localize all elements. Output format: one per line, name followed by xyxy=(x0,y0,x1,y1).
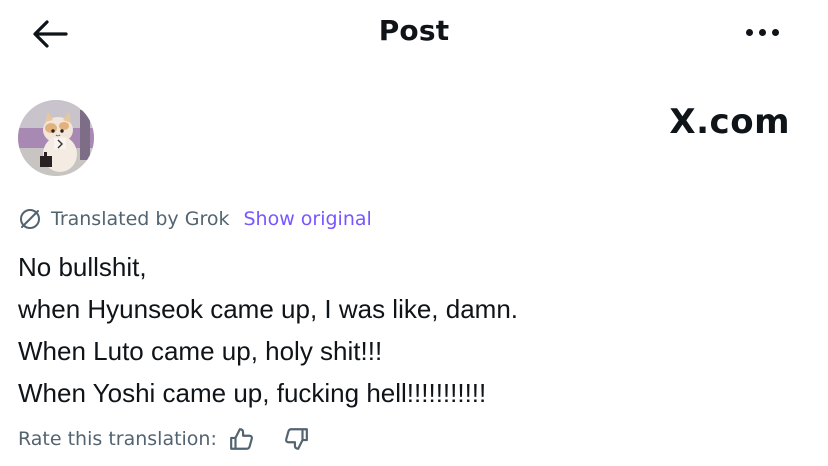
thumbs-up-button[interactable] xyxy=(227,424,257,454)
more-options-button[interactable] xyxy=(736,12,788,52)
thumbs-down-icon xyxy=(284,428,308,450)
top-bar: Post xyxy=(0,0,828,70)
page-title: Post xyxy=(378,14,450,47)
post-text-line: When Yoshi came up, fucking hell!!!!!!!!… xyxy=(18,378,487,408)
thumbs-up-icon xyxy=(229,428,253,450)
post-text-line: No bullshit, xyxy=(18,252,147,282)
show-original-link[interactable]: Show original xyxy=(243,208,371,230)
brand-watermark: X.com xyxy=(669,102,790,142)
thumbs-down-button[interactable] xyxy=(281,424,311,454)
avatar[interactable] xyxy=(18,100,94,176)
rate-translation-label: Rate this translation: xyxy=(18,428,217,450)
translation-indicator: Translated by Grok Show original xyxy=(18,205,372,233)
rate-translation: Rate this translation: xyxy=(18,424,311,454)
post-text-line: When Luto came up, holy shit!!! xyxy=(18,336,383,366)
post-text: No bullshit, when Hyunseok came up, I wa… xyxy=(18,246,808,414)
translated-by-label: Translated by Grok xyxy=(51,208,230,230)
avatar-image xyxy=(18,100,94,176)
more-dots-icon xyxy=(745,28,779,36)
translate-icon xyxy=(18,207,42,231)
post-text-line: when Hyunseok came up, I was like, damn. xyxy=(18,294,519,324)
